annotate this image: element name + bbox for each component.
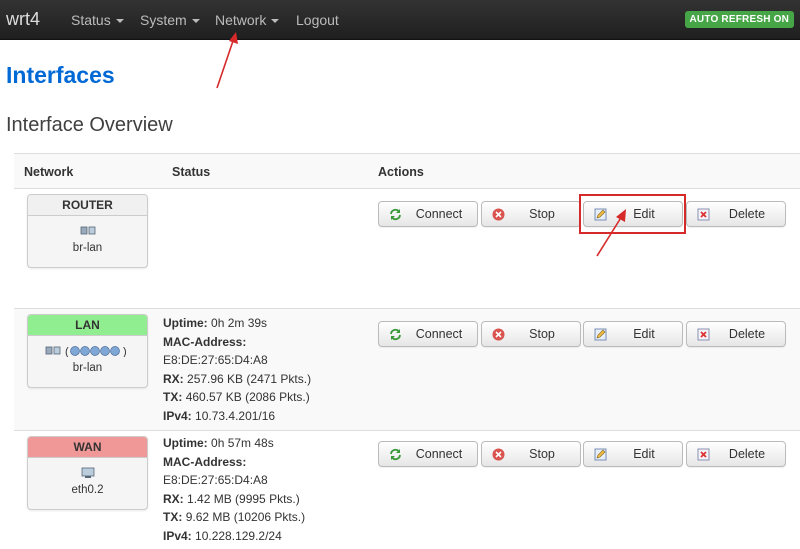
page-title: Interfaces: [6, 62, 115, 88]
header-actions: Actions: [378, 165, 424, 179]
delete-icon: [697, 448, 710, 461]
connect-label: Connect: [415, 207, 463, 221]
brand-hostname[interactable]: wrt4: [6, 9, 40, 30]
connect-button[interactable]: Connect: [378, 441, 478, 467]
interface-device: eth0.2: [71, 484, 104, 496]
status-rx: RX: 1.42 MB (9995 Pkts.): [163, 491, 300, 506]
stop-label: Stop: [529, 207, 555, 221]
delete-button[interactable]: Delete: [686, 201, 786, 227]
connect-button[interactable]: Connect: [378, 201, 478, 227]
status-mac-value: E8:DE:27:65:D4:A8: [163, 353, 268, 367]
refresh-icon: [390, 448, 401, 461]
delete-button[interactable]: Delete: [686, 441, 786, 467]
stop-label: Stop: [529, 447, 555, 461]
stop-button[interactable]: Stop: [481, 441, 581, 467]
stop-icon: [492, 208, 505, 221]
status-mac-value: E8:DE:27:65:D4:A8: [163, 473, 268, 487]
edit-button[interactable]: Edit: [583, 321, 683, 347]
menu-status-label: Status: [71, 12, 111, 28]
chevron-down-icon: [191, 19, 200, 24]
chevron-down-icon: [271, 19, 280, 24]
menu-system-label: System: [140, 12, 187, 28]
menu-logout-label: Logout: [296, 12, 339, 28]
interface-device: br-lan: [72, 242, 103, 254]
top-navbar: wrt4 Status System Network Logout AUTO R…: [0, 0, 800, 40]
stop-icon: [492, 448, 505, 461]
refresh-icon: [390, 328, 401, 341]
menu-network-label: Network: [215, 12, 267, 28]
table-row-wan: WAN eth0.2 Uptime: 0h 57m 48s MAC-Addres…: [14, 431, 800, 549]
ethernet-port-icon: [81, 467, 94, 478]
interface-device: br-lan: [72, 362, 103, 374]
interfaces-table: Network Status Actions ROUTER br-lan Con…: [14, 153, 800, 543]
annotation-arrow-network: [216, 32, 238, 89]
interface-badge-lan[interactable]: LAN ( ) br-lan: [27, 314, 148, 388]
annotation-arrow-edit: [596, 209, 626, 257]
interface-badge-router[interactable]: ROUTER br-lan: [27, 194, 148, 268]
menu-system[interactable]: System: [140, 12, 200, 28]
edit-label: Edit: [633, 327, 655, 341]
edit-icon: [594, 448, 607, 461]
svg-text:): ): [123, 346, 127, 357]
status-tx: TX: 9.62 MB (10206 Pkts.): [163, 510, 306, 524]
menu-status[interactable]: Status: [71, 12, 124, 28]
status-tx: TX: 460.57 KB (2086 Pkts.): [163, 390, 310, 404]
delete-label: Delete: [728, 327, 766, 341]
status-rx: RX: 257.96 KB (2471 Pkts.): [163, 371, 312, 386]
table-header: Network Status Actions: [14, 153, 800, 189]
refresh-icon: [390, 208, 401, 221]
ethernet-port-icon: ( ): [45, 346, 127, 357]
edit-icon: [594, 328, 607, 341]
status-uptime: Uptime: 0h 57m 48s: [163, 436, 274, 450]
interface-name: LAN: [28, 315, 147, 336]
interface-name: WAN: [28, 437, 147, 458]
menu-logout[interactable]: Logout: [296, 12, 339, 28]
status-ipv4: IPv4: 10.73.4.201/16: [163, 408, 276, 423]
auto-refresh-toggle[interactable]: AUTO REFRESH ON: [684, 11, 794, 28]
header-network: Network: [24, 165, 74, 179]
svg-text:(: (: [65, 346, 69, 357]
table-row-lan: LAN ( ) br-lan Uptime: 0h 2m 39s MAC-Add…: [14, 309, 800, 431]
stop-icon: [492, 328, 505, 341]
menu-network[interactable]: Network: [215, 12, 280, 28]
delete-label: Delete: [728, 447, 766, 461]
status-mac-label: MAC-Address:: [163, 334, 247, 349]
edit-label: Edit: [633, 447, 655, 461]
stop-label: Stop: [529, 327, 555, 341]
delete-icon: [697, 328, 710, 341]
delete-icon: [697, 208, 710, 221]
interface-name: ROUTER: [28, 195, 147, 216]
delete-button[interactable]: Delete: [686, 321, 786, 347]
stop-button[interactable]: Stop: [481, 321, 581, 347]
connect-label: Connect: [415, 447, 463, 461]
interface-status: Uptime: 0h 2m 39s MAC-Address: E8:DE:27:…: [163, 314, 311, 425]
header-status: Status: [172, 165, 211, 179]
ethernet-port-icon: [80, 226, 95, 235]
chevron-down-icon: [115, 19, 124, 24]
interface-badge-wan[interactable]: WAN eth0.2: [27, 436, 148, 510]
status-ipv4: IPv4: 10.228.129.2/24: [163, 528, 282, 543]
section-title: Interface Overview: [6, 114, 173, 136]
interface-status: Uptime: 0h 57m 48s MAC-Address: E8:DE:27…: [163, 434, 305, 545]
status-uptime: Uptime: 0h 2m 39s: [163, 316, 268, 330]
edit-button[interactable]: Edit: [583, 441, 683, 467]
delete-label: Delete: [728, 207, 766, 221]
stop-button[interactable]: Stop: [481, 201, 581, 227]
connect-label: Connect: [415, 327, 463, 341]
status-mac-label: MAC-Address:: [163, 454, 247, 469]
connect-button[interactable]: Connect: [378, 321, 478, 347]
